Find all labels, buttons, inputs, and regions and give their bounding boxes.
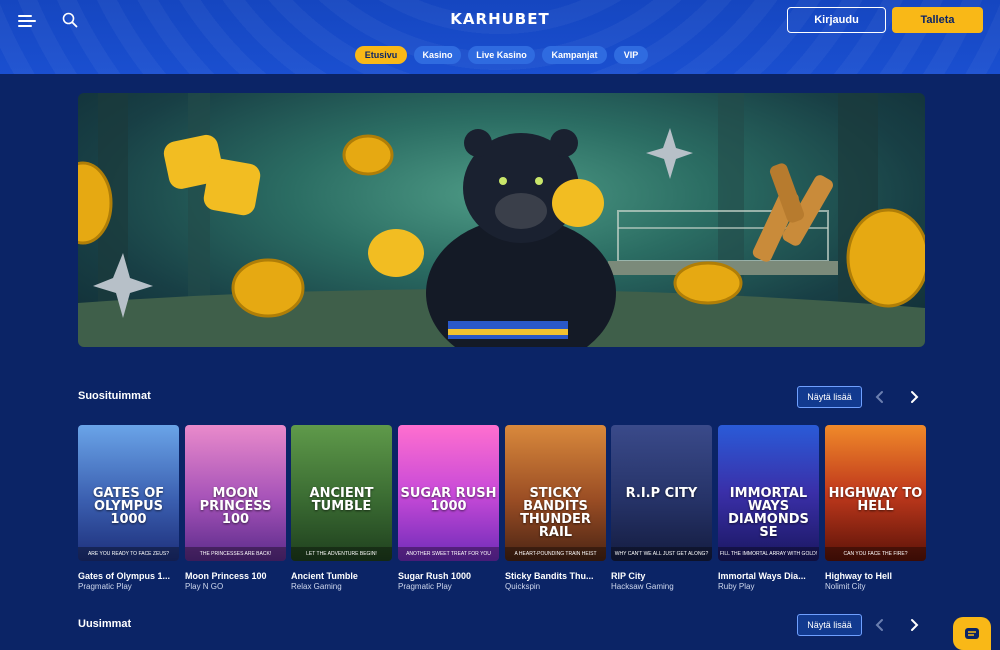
game-provider: Play N GO (185, 582, 224, 591)
show-more-newest-button[interactable]: Näytä lisää (797, 614, 862, 636)
game-provider: Pragmatic Play (78, 582, 132, 591)
game-name[interactable]: RIP City (611, 571, 712, 581)
site-logo[interactable]: KARHUBET (450, 10, 550, 28)
chevron-right-icon[interactable] (906, 389, 922, 405)
game-name[interactable]: Moon Princess 100 (185, 571, 286, 581)
tab-live-kasino[interactable]: Live Kasino (468, 46, 535, 64)
game-card[interactable]: STICKY BANDITS THUNDER RAIL A HEART-POUN… (505, 425, 606, 561)
game-art-tagline: ARE YOU READY TO FACE ZEUS? (78, 547, 179, 561)
promo-banner[interactable] (78, 93, 925, 347)
tab-kampanjat[interactable]: Kampanjat (542, 46, 607, 64)
tab-etusivu[interactable]: Etusivu (355, 46, 407, 64)
game-card[interactable]: SUGAR RUSH 1000 ANOTHER SWEET TREAT FOR … (398, 425, 499, 561)
game-art-title: IMMORTAL WAYS DIAMONDS SE (728, 486, 809, 540)
game-provider: Ruby Play (718, 582, 755, 591)
game-art-title: SUGAR RUSH 1000 (400, 486, 497, 514)
chat-icon (965, 628, 979, 639)
tab-kasino[interactable]: Kasino (414, 46, 461, 64)
game-art-tagline: WHY CAN'T WE ALL JUST GET ALONG? (611, 547, 712, 561)
game-name[interactable]: Immortal Ways Dia... (718, 571, 819, 581)
chevron-right-icon[interactable] (906, 617, 922, 633)
game-name[interactable]: Sticky Bandits Thu... (505, 571, 606, 581)
game-art-title: MOON PRINCESS 100 (199, 486, 272, 527)
deposit-button[interactable]: Talleta (892, 7, 983, 33)
game-art-tagline: A HEART-POUNDING TRAIN HEIST AWAITS (505, 547, 606, 561)
game-card[interactable]: R.I.P CITY WHY CAN'T WE ALL JUST GET ALO… (611, 425, 712, 561)
main-nav-tabs: Etusivu Kasino Live Kasino Kampanjat VIP (0, 46, 1000, 64)
tab-vip[interactable]: VIP (614, 46, 648, 64)
game-art-tagline: LET THE ADVENTURE BEGIN! (291, 547, 392, 561)
game-art-tagline: FILL THE IMMORTAL ARRAY WITH GOLD! (718, 547, 819, 561)
banner-artwork (78, 93, 925, 347)
game-provider: Relax Gaming (291, 582, 342, 591)
game-provider: Hacksaw Gaming (611, 582, 674, 591)
game-provider: Pragmatic Play (398, 582, 452, 591)
chat-widget-button[interactable] (953, 617, 991, 650)
section-title-popular: Suosituimmat (78, 390, 151, 402)
site-header: KARHUBET Kirjaudu Talleta Etusivu Kasino… (0, 0, 1000, 74)
game-name[interactable]: Ancient Tumble (291, 571, 392, 581)
login-button[interactable]: Kirjaudu (787, 7, 886, 33)
search-icon[interactable] (62, 12, 78, 28)
game-card[interactable]: IMMORTAL WAYS DIAMONDS SE FILL THE IMMOR… (718, 425, 819, 561)
game-provider: Nolimit City (825, 582, 866, 591)
section-title-newest: Uusimmat (78, 618, 132, 630)
game-art-title: R.I.P CITY (625, 486, 698, 501)
game-name[interactable]: Highway to Hell (825, 571, 926, 581)
game-art-tagline: ANOTHER SWEET TREAT FOR YOU (398, 547, 499, 561)
game-name[interactable]: Sugar Rush 1000 (398, 571, 499, 581)
show-more-popular-button[interactable]: Näytä lisää (797, 386, 862, 408)
game-name[interactable]: Gates of Olympus 1... (78, 571, 179, 581)
menu-icon[interactable] (18, 12, 38, 28)
game-art-title: STICKY BANDITS THUNDER RAIL (520, 486, 591, 540)
game-art-title: HIGHWAY TO HELL (828, 486, 923, 514)
game-card[interactable]: ANCIENT TUMBLE LET THE ADVENTURE BEGIN! (291, 425, 392, 561)
game-art-tagline: THE PRINCESSES ARE BACK! (185, 547, 286, 561)
chevron-left-icon[interactable] (872, 617, 888, 633)
game-art-tagline: CAN YOU FACE THE FIRE? (825, 547, 926, 561)
game-provider: Quickspin (505, 582, 541, 591)
game-art-title: GATES OF OLYMPUS 1000 (92, 486, 165, 527)
game-card[interactable]: GATES OF OLYMPUS 1000 ARE YOU READY TO F… (78, 425, 179, 561)
game-card[interactable]: MOON PRINCESS 100 THE PRINCESSES ARE BAC… (185, 425, 286, 561)
game-art-title: ANCIENT TUMBLE (309, 486, 374, 514)
chevron-left-icon[interactable] (872, 389, 888, 405)
game-card[interactable]: HIGHWAY TO HELL CAN YOU FACE THE FIRE? (825, 425, 926, 561)
